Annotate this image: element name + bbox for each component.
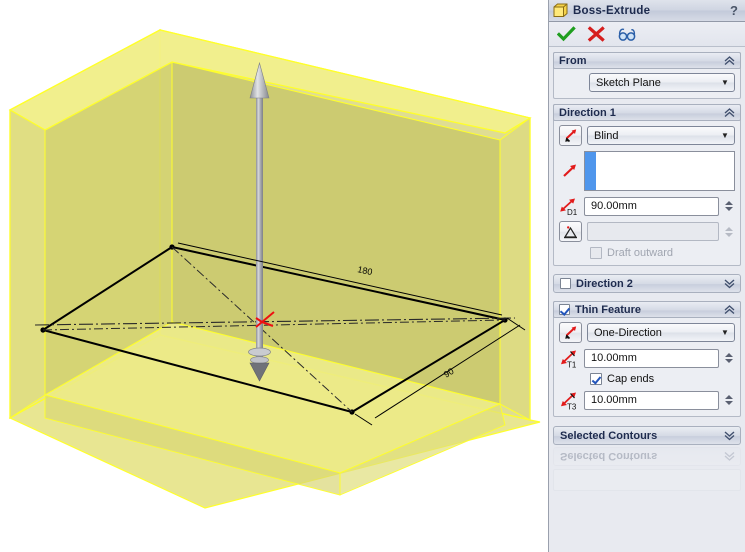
draft-outward-label: Draft outward xyxy=(607,247,674,259)
thin-feature-enable-checkbox[interactable] xyxy=(559,304,570,315)
section-thin-feature-header[interactable]: Thin Feature xyxy=(553,301,741,318)
direction2-enable-checkbox[interactable] xyxy=(560,278,571,289)
panel-bottom-filler xyxy=(553,469,741,491)
depth-d1-stepper[interactable] xyxy=(722,197,735,216)
chevron-down-icon[interactable]: ▼ xyxy=(718,78,732,87)
reverse-direction1-button[interactable] xyxy=(559,125,582,146)
start-condition-value: Sketch Plane xyxy=(596,76,661,89)
panel-title: Boss-Extrude xyxy=(573,4,651,17)
detailed-preview-glasses-icon[interactable] xyxy=(617,26,636,43)
section-selected-contours-title: Selected Contours xyxy=(560,429,658,442)
ok-checkmark-icon[interactable] xyxy=(557,25,576,43)
stepper-up-icon[interactable] xyxy=(724,353,733,357)
direction-vector-icon xyxy=(559,151,580,191)
boss-extrude-icon xyxy=(553,3,568,17)
draft-angle-icon xyxy=(563,225,578,238)
reverse-direction-icon xyxy=(564,129,576,143)
chevron-up-icon[interactable] xyxy=(723,55,736,66)
chevron-up-icon[interactable] xyxy=(723,107,736,118)
selected-contours-ghost-title: Selected Contours xyxy=(560,450,658,463)
thickness-t3-input[interactable]: 10.00mm xyxy=(584,390,719,410)
stepper-up-icon[interactable] xyxy=(724,395,733,399)
section-direction1-title: Direction 1 xyxy=(559,106,616,119)
draft-angle-input xyxy=(587,222,719,241)
direction-vector-selection-field[interactable] xyxy=(584,151,735,191)
thickness-t1-stepper[interactable] xyxy=(722,349,735,368)
chevron-down-icon[interactable] xyxy=(723,278,736,289)
chevron-up-icon xyxy=(724,451,735,461)
section-thin-feature-title: Thin Feature xyxy=(575,303,642,316)
chevron-down-icon[interactable] xyxy=(723,430,736,441)
cap-ends-checkbox[interactable] xyxy=(590,373,602,385)
chevron-down-icon[interactable]: ▼ xyxy=(718,131,732,140)
thickness-t3-stepper[interactable] xyxy=(722,391,735,410)
stepper-down-icon[interactable] xyxy=(724,401,733,405)
stepper-down-icon xyxy=(724,232,733,237)
draft-angle-stepper xyxy=(722,222,735,241)
selection-active-indicator xyxy=(585,152,596,190)
chevron-up-icon[interactable] xyxy=(723,304,736,315)
cap-ends-label: Cap ends xyxy=(607,373,655,385)
section-from-body: Sketch Plane ▼ xyxy=(554,68,740,98)
svg-text:T1: T1 xyxy=(567,360,577,368)
thickness-t3-icon: T3 xyxy=(559,390,580,410)
model-preview: 180 90 xyxy=(8,28,541,509)
help-button[interactable]: ? xyxy=(727,3,741,18)
thickness-t1-icon: T1 xyxy=(559,348,580,368)
section-direction2-title: Direction 2 xyxy=(576,277,633,290)
thin-type-value: One-Direction xyxy=(594,326,662,339)
section-direction1-header[interactable]: Direction 1 xyxy=(553,104,741,121)
thickness-t3-value: 10.00mm xyxy=(591,394,637,406)
reverse-direction-icon xyxy=(564,326,576,340)
depth-d1-input[interactable]: 90.00mm xyxy=(584,196,719,216)
draft-outward-checkbox xyxy=(590,247,602,259)
graphics-viewport[interactable]: 180 90 xyxy=(0,0,548,552)
stepper-down-icon[interactable] xyxy=(724,359,733,363)
stepper-down-icon[interactable] xyxy=(724,207,733,211)
start-condition-dropdown[interactable]: Sketch Plane ▼ xyxy=(589,73,735,92)
section-thin-feature-body: One-Direction ▼ T1 10.00mm Cap ends T3 1… xyxy=(554,317,740,416)
reverse-thin-direction-button[interactable] xyxy=(559,322,582,343)
section-selected-contours-header[interactable]: Selected Contours xyxy=(553,426,741,445)
section-from: From Sketch Plane ▼ xyxy=(553,52,741,99)
section-direction2-header[interactable]: Direction 2 xyxy=(553,274,741,293)
depth-d1-icon: D1 xyxy=(559,196,580,216)
cancel-x-icon[interactable] xyxy=(587,25,606,43)
property-manager-panel: Boss-Extrude ? From Sketch Plane ▼ Direc… xyxy=(548,0,745,552)
thin-type-dropdown[interactable]: One-Direction ▼ xyxy=(587,323,735,342)
stepper-up-icon xyxy=(724,226,733,231)
draft-angle-button[interactable] xyxy=(559,221,582,242)
svg-text:T3: T3 xyxy=(567,402,577,410)
panel-toolbar xyxy=(549,22,745,47)
section-direction1-body: Blind ▼ D1 90.00mm Draft outward xyxy=(554,120,740,265)
depth-d1-value: 90.00mm xyxy=(591,200,637,212)
end-condition-value: Blind xyxy=(594,129,619,142)
section-direction1: Direction 1 Blind ▼ D1 90.00mm Draft out… xyxy=(553,104,741,266)
section-thin-feature: Thin Feature One-Direction ▼ T1 10.00mm … xyxy=(553,301,741,417)
end-condition-dropdown[interactable]: Blind ▼ xyxy=(587,126,735,145)
chevron-down-icon[interactable]: ▼ xyxy=(718,328,732,337)
section-from-header[interactable]: From xyxy=(553,52,741,69)
solidworks-boss-extrude-window: 180 90 Boss-Extrude ? From Sketch Plane … xyxy=(0,0,745,552)
svg-text:D1: D1 xyxy=(567,208,578,216)
thickness-t1-value: 10.00mm xyxy=(591,352,637,364)
selected-contours-reflection-artifact: Selected Contours xyxy=(553,447,741,466)
section-from-title: From xyxy=(559,54,587,67)
panel-titlebar: Boss-Extrude ? xyxy=(549,0,745,22)
stepper-up-icon[interactable] xyxy=(724,201,733,205)
thickness-t1-input[interactable]: 10.00mm xyxy=(584,348,719,368)
